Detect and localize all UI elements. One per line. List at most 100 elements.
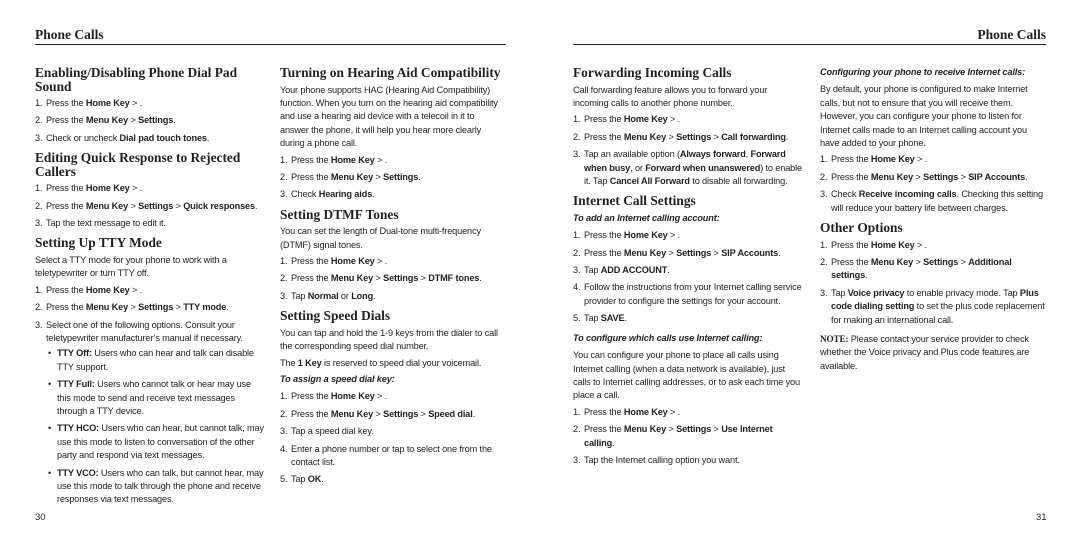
- text-run: >: [373, 408, 384, 419]
- text-run: Press the: [46, 284, 86, 295]
- text-run: .: [612, 437, 615, 448]
- step-number: 1.: [280, 391, 288, 402]
- bold-term: Menu Key: [85, 115, 129, 126]
- text-run: >: [373, 171, 384, 182]
- step-number: 1.: [280, 154, 288, 165]
- text-run: > .: [129, 98, 143, 108]
- text-run: >: [666, 247, 677, 258]
- bold-term: Menu Key: [330, 171, 374, 182]
- text-run: >: [958, 171, 969, 182]
- step-number: 2.: [35, 302, 43, 313]
- step-number: 3.: [573, 265, 581, 276]
- bold-term: Home Key: [870, 154, 915, 165]
- text-run: .: [373, 290, 376, 301]
- option-item: TTY VCO: Users who can talk, but cannot …: [46, 467, 265, 507]
- text-run: Press the: [831, 171, 871, 182]
- text-run: > .: [374, 256, 388, 267]
- text-run: .: [1025, 171, 1028, 182]
- bold-term: Receive incoming calls: [858, 189, 957, 200]
- bold-term: TTY VCO:: [57, 467, 99, 478]
- bold-term: ADD ACCOUNT: [600, 265, 668, 276]
- text-run: > .: [374, 154, 388, 165]
- option-item: TTY Off: Users who can hear and talk can…: [46, 347, 265, 374]
- step-number: 1.: [35, 183, 43, 194]
- text-run: > .: [667, 406, 681, 417]
- bold-term: Menu Key: [870, 256, 914, 267]
- bold-term: Voice privacy: [847, 287, 905, 298]
- step-item: 3. Check or uncheck Dial pad touch tones.: [35, 132, 265, 145]
- text-run: >: [128, 302, 139, 313]
- text-run: .: [206, 132, 210, 143]
- step-number: 3.: [35, 132, 43, 143]
- text-run: >: [711, 131, 722, 142]
- step-number: 3.: [280, 189, 288, 200]
- text-run: .: [624, 313, 628, 324]
- text-run: Press the: [584, 406, 624, 417]
- step-number: 3.: [35, 319, 43, 330]
- text-run: , or: [630, 162, 646, 173]
- text-run: .: [418, 171, 421, 182]
- bold-term: Settings: [383, 171, 419, 182]
- text-run: Tap: [584, 265, 601, 276]
- step-list: 1. Press the Home Key > . 2. Press the Menu…: [573, 406, 805, 468]
- bold-term: Normal: [307, 290, 339, 301]
- step-list: 1. Press the Home Key > . 2. Press the Menu…: [573, 113, 805, 188]
- text-run: Follow the instructions from your Intern…: [584, 282, 802, 306]
- note-label: NOTE:: [820, 334, 849, 344]
- step-number: 1.: [820, 154, 828, 165]
- bold-term: SIP Accounts: [968, 171, 1026, 182]
- bold-term: TTY Off:: [57, 348, 92, 359]
- bold-term: Dial pad touch tones: [119, 132, 208, 143]
- page-number-left: 30: [35, 512, 46, 523]
- text-run: >: [666, 131, 677, 142]
- step-item: 3. Check Hearing aids.: [280, 188, 504, 201]
- step-number: 5.: [573, 313, 581, 324]
- text-run: Press the: [831, 256, 871, 267]
- right-header-rule: [573, 44, 1046, 45]
- bold-term: Home Key: [85, 98, 130, 108]
- text-run: Tap: [831, 287, 848, 298]
- text-run: Tap: [291, 290, 308, 301]
- bold-term: Settings: [923, 256, 959, 267]
- text-run: or: [338, 290, 352, 301]
- step-item: 1. Press the Home Key > .: [35, 284, 265, 297]
- text-run: >: [913, 171, 924, 182]
- column-2: Turning on Hearing Aid Compatibility Your…: [280, 66, 504, 493]
- bold-term: DTMF tones: [428, 273, 480, 284]
- step-list: 1. Press the Home Key > . 2. Press the Menu…: [280, 154, 504, 202]
- bold-term: SAVE: [600, 313, 625, 324]
- step-number: 2.: [820, 256, 828, 267]
- step-item: 3. Tap ADD ACCOUNT.: [573, 264, 805, 277]
- step-number: 1.: [35, 284, 43, 295]
- paragraph: You can tap and hold the 1-9 keys from t…: [280, 327, 504, 354]
- step-item: 2. Press the Menu Key > Settings > Quick …: [35, 200, 265, 213]
- text-run: >: [418, 408, 429, 419]
- text-run: > .: [667, 114, 681, 125]
- step-item: 3. Tap the text message to edit it.: [35, 217, 265, 230]
- step-number: 1.: [35, 98, 43, 108]
- text-run: Check: [831, 189, 859, 200]
- section-heading: Forwarding Incoming Calls: [573, 65, 732, 80]
- text-run: >: [418, 273, 429, 284]
- section-heading: Turning on Hearing Aid Compatibility: [280, 65, 501, 80]
- text-run: .: [778, 247, 781, 258]
- bold-term: Always forward: [679, 149, 746, 160]
- text-run: >: [173, 200, 184, 211]
- bold-term: Home Key: [623, 114, 668, 125]
- option-item: TTY HCO: Users who can hear, but cannot …: [46, 422, 265, 462]
- bold-term: Cancel All Forward: [609, 175, 690, 186]
- step-number: 3.: [35, 218, 43, 229]
- text-run: .: [667, 265, 670, 276]
- text-run: Select one of the following options. Con…: [46, 319, 243, 343]
- option-list: TTY Off: Users who can hear and talk can…: [46, 347, 265, 506]
- step-item: 1. Press the Home Key > .: [280, 154, 504, 167]
- step-number: 3.: [280, 426, 288, 437]
- text-run: You can tap and hold the 1-9 keys from t…: [280, 327, 498, 352]
- bold-term: Settings: [138, 302, 174, 313]
- bold-term: Home Key: [85, 183, 130, 194]
- step-number: 3.: [573, 149, 581, 160]
- bold-term: Forward when unanswered: [645, 162, 761, 173]
- text-run: >: [711, 424, 722, 435]
- text-run: .: [321, 474, 324, 485]
- text-run: Tap the text message to edit it.: [46, 218, 166, 229]
